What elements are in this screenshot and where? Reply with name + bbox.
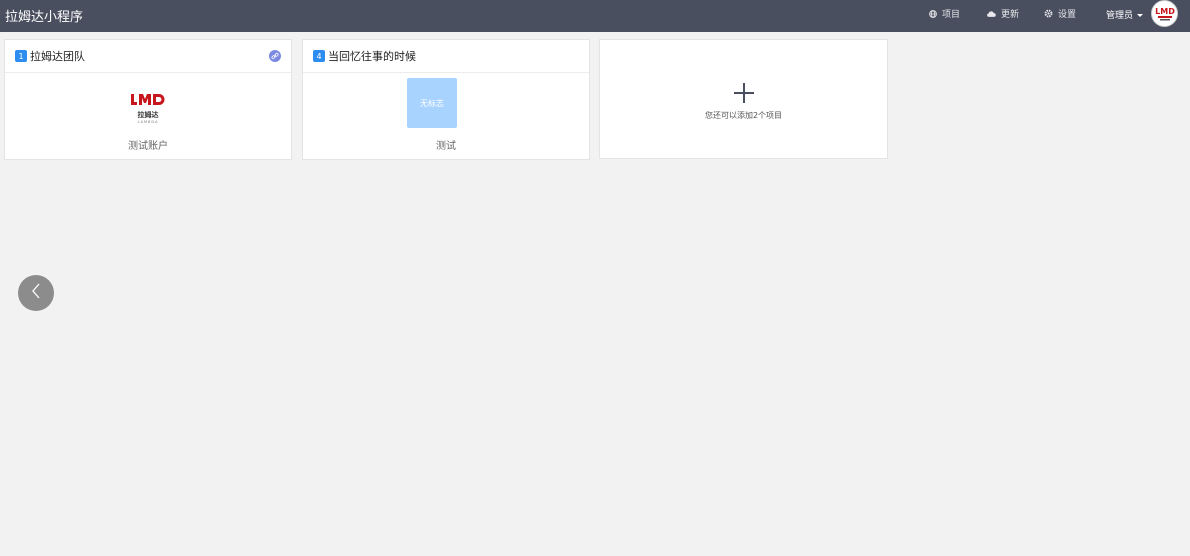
project-logo: 拉姆达 LAMBDA	[123, 84, 173, 134]
link-icon[interactable]	[269, 50, 281, 62]
user-menu[interactable]: 管理员	[1106, 8, 1144, 21]
nav-settings-label: 设置	[1058, 10, 1077, 20]
user-name: 管理员	[1106, 11, 1134, 21]
add-project-card[interactable]: 您还可以添加2个项目	[599, 39, 888, 159]
project-card[interactable]: 1 拉姆达团队 拉姆达 LAMBDA 测试账户	[4, 39, 292, 160]
chevron-down-icon	[1137, 13, 1144, 17]
app-title: 拉姆达小程序	[5, 10, 84, 25]
nav-updates[interactable]: 更新	[986, 7, 1019, 20]
chevron-left-icon	[30, 283, 42, 303]
nav-projects-label: 项目	[942, 10, 961, 20]
project-card[interactable]: 4 当回忆往事的时候 无标志 测试	[302, 39, 590, 160]
project-caption: 测试	[436, 141, 456, 152]
project-caption: 测试账户	[128, 141, 168, 152]
project-card-header: 4 当回忆往事的时候	[303, 40, 589, 73]
project-title: 拉姆达团队	[30, 50, 85, 63]
avatar[interactable]: LMD	[1151, 0, 1178, 27]
project-number-badge: 1	[15, 50, 27, 62]
globe-icon	[929, 9, 937, 18]
project-logo-placeholder: 无标志	[407, 78, 457, 128]
back-button[interactable]	[18, 275, 54, 311]
add-project-hint: 您还可以添加2个项目	[704, 111, 783, 120]
svg-text:LMD: LMD	[1155, 7, 1175, 16]
lmd-logo-icon: LMD	[1155, 7, 1175, 20]
project-logo-subtext: LAMBDA	[138, 120, 159, 124]
nav-updates-label: 更新	[1001, 10, 1020, 20]
project-title: 当回忆往事的时候	[328, 50, 416, 63]
nav-settings[interactable]: 设置	[1044, 7, 1076, 20]
project-logo-text: 拉姆达	[138, 110, 159, 119]
gear-icon	[1044, 9, 1053, 18]
nav-projects[interactable]: 项目	[929, 7, 960, 20]
cloud-icon	[986, 10, 996, 18]
top-navbar: 拉姆达小程序 项目 更新 设置 管理员 LMD	[0, 0, 1190, 32]
plus-icon	[733, 82, 755, 108]
project-card-header: 1 拉姆达团队	[5, 40, 291, 73]
project-number-badge: 4	[313, 50, 325, 62]
